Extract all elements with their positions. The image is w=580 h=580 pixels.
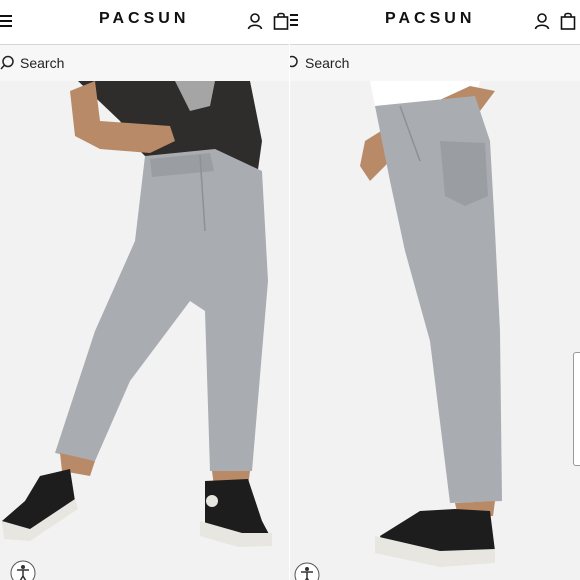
search-input[interactable]: Search — [305, 55, 349, 71]
edge-tab[interactable] — [573, 352, 580, 466]
accessibility-icon[interactable] — [10, 560, 36, 580]
account-icon[interactable] — [534, 12, 550, 30]
menu-icon[interactable] — [290, 12, 300, 28]
brand-logo[interactable]: PACSUN — [99, 10, 189, 28]
site-header: PACSUN — [0, 0, 289, 44]
account-icon[interactable] — [247, 12, 263, 30]
left-screenshot: PACSUN Search — [0, 0, 289, 580]
search-icon[interactable] — [290, 55, 300, 71]
search-bar[interactable]: Search — [0, 44, 289, 82]
search-bar[interactable]: Search — [290, 44, 580, 82]
search-input[interactable]: Search — [20, 55, 64, 71]
right-screenshot: PACSUN Search — [290, 0, 580, 580]
menu-icon[interactable] — [0, 13, 14, 29]
search-icon[interactable] — [0, 55, 16, 71]
bag-icon[interactable] — [560, 12, 576, 30]
brand-logo[interactable]: PACSUN — [385, 10, 475, 28]
accessibility-icon[interactable] — [294, 562, 320, 580]
bag-icon[interactable] — [273, 12, 289, 30]
site-header: PACSUN — [290, 0, 580, 44]
product-photo-side — [290, 81, 580, 580]
product-photo-front — [0, 81, 289, 580]
